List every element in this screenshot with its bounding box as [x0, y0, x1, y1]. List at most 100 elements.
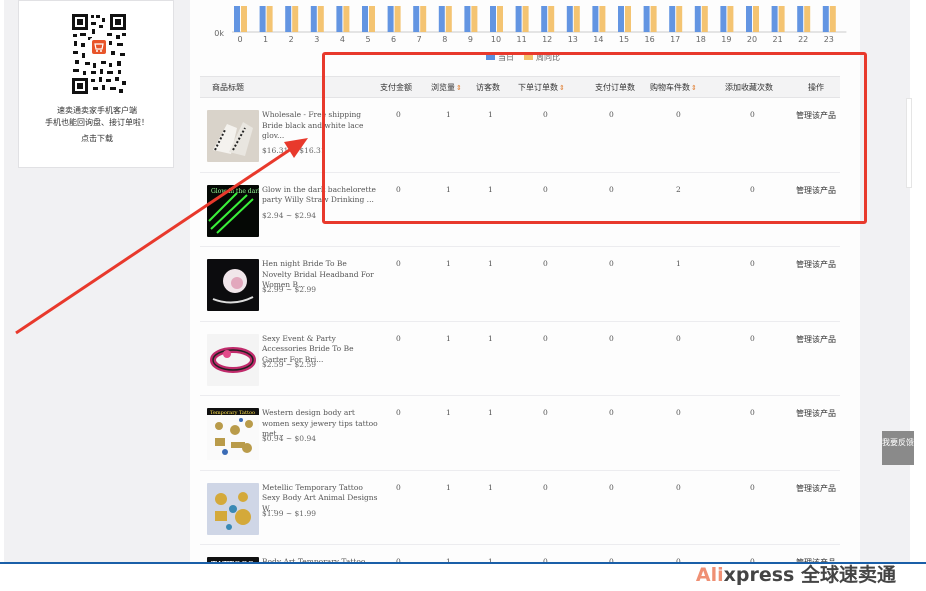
product-thumbnail[interactable]: Glow in the dark	[207, 184, 259, 237]
table-row: Wholesale - Free shipping Bride black an…	[200, 98, 840, 173]
bar-周同比-23	[829, 6, 836, 32]
qr-code-icon	[71, 13, 127, 95]
manage-product-link[interactable]: 管理该产品	[796, 408, 836, 419]
download-app-link[interactable]: 点击下载	[19, 133, 175, 144]
cell-orders: 0	[543, 333, 548, 343]
product-analytics-panel: 0k 0 1 2 3 4 5 6 7 8 9 10 11 12 13 14 15 16 17 18 19 20 21 22 23…	[190, 0, 860, 591]
bar-周同比-4	[343, 6, 350, 32]
cell-visitors: 1	[488, 482, 493, 492]
logo-brand: xpress	[723, 564, 795, 586]
cell-paid-orders: 0	[609, 408, 614, 417]
table-row: Metellic Temporary Tattoo Sexy Body Art …	[200, 471, 840, 545]
column-header-6[interactable]: 购物车件数⇕	[650, 77, 697, 99]
bar-当日-21	[771, 6, 778, 32]
x-tick-label: 4	[340, 35, 345, 44]
feedback-button[interactable]: 我要反馈	[882, 431, 914, 465]
product-price-range: $2.59 ~ $2.59	[262, 359, 316, 369]
bar-当日-13	[566, 6, 573, 32]
table-row: Sexy Event & Party Accessories Bride To …	[200, 322, 840, 396]
bar-当日-9	[464, 6, 471, 32]
bar-周同比-16	[650, 6, 657, 32]
bar-当日-12	[541, 6, 548, 32]
manage-product-link[interactable]: 管理该产品	[796, 110, 836, 121]
x-tick-label: 12	[542, 35, 552, 44]
cell-visitors: 1	[488, 259, 493, 268]
bar-当日-6	[387, 6, 394, 32]
cell-views: 1	[446, 259, 451, 268]
bar-周同比-5	[369, 6, 375, 32]
column-header-label: 下单订单数	[518, 83, 558, 92]
product-thumbnail[interactable]	[207, 482, 259, 535]
product-thumbnail[interactable]	[207, 259, 259, 311]
bar-周同比-19	[727, 6, 734, 32]
column-header-2[interactable]: 浏览量⇕	[431, 77, 462, 99]
x-tick-label: 17	[670, 35, 680, 44]
cell-favorites: 0	[750, 184, 755, 194]
aliexpress-logo: Alixpress 全球速卖通	[696, 560, 896, 587]
x-tick-label: 20	[747, 35, 757, 44]
column-header-label: 浏览量	[431, 83, 455, 92]
x-tick-label: 9	[468, 35, 473, 44]
product-price-range: $2.94 ~ $2.94	[262, 210, 316, 220]
bar-周同比-20	[753, 6, 759, 32]
product-title-link[interactable]: Wholesale - Free shipping Bride black an…	[262, 110, 378, 142]
sort-icon[interactable]: ⇕	[559, 84, 565, 92]
side-panel-edge	[906, 98, 912, 188]
manage-product-link[interactable]: 管理该产品	[796, 483, 836, 494]
product-title-link[interactable]: Glow in the dark bachelorette party Will…	[262, 185, 378, 206]
cell-cart: 0	[676, 482, 681, 492]
cell-favorites: 0	[750, 408, 755, 417]
bar-当日-14	[592, 6, 599, 32]
bar-当日-8	[438, 6, 445, 32]
product-price-range: $16.31 ~ $16.31	[262, 146, 326, 155]
cell-paid-orders: 0	[609, 259, 614, 268]
bar-当日-18	[694, 6, 701, 32]
x-tick-label: 8	[442, 35, 447, 44]
x-tick-label: 10	[491, 35, 501, 44]
manage-product-link[interactable]: 管理该产品	[796, 259, 836, 270]
bar-周同比-9	[471, 6, 478, 32]
sort-icon[interactable]: ⇕	[456, 84, 462, 92]
product-price-range: $1.99 ~ $1.99	[262, 508, 316, 518]
x-tick-label: 14	[593, 35, 603, 44]
bar-当日-17	[669, 6, 676, 32]
manage-product-link[interactable]: 管理该产品	[796, 185, 836, 196]
logo-prefix: Ali	[695, 564, 724, 586]
svg-text:Glow in the dark: Glow in the dark	[211, 188, 259, 195]
cell-pay: 0	[396, 333, 401, 343]
bar-周同比-6	[394, 6, 401, 32]
x-tick-label: 1	[263, 35, 268, 44]
x-tick-label: 15	[619, 35, 629, 44]
bar-周同比-3	[317, 6, 324, 32]
bar-周同比-8	[445, 6, 452, 32]
bar-周同比-18	[701, 6, 708, 32]
product-thumbnail[interactable]	[207, 110, 259, 162]
product-price-range: $2.99 ~ $2.99	[262, 285, 316, 294]
x-tick-label: 2	[289, 35, 294, 44]
legend-label: 周同比	[536, 52, 560, 62]
x-tick-label: 6	[391, 35, 396, 44]
table-header: 商品标题 支付金额 浏览量⇕ 访客数 下单订单数⇕ 支付订单数 购物车件数⇕ 添加收藏次数 操作	[200, 76, 840, 98]
bar-周同比-13	[573, 6, 580, 32]
cell-pay: 0	[396, 184, 401, 194]
sort-icon[interactable]: ⇕	[691, 84, 697, 92]
cell-views: 1	[446, 482, 451, 492]
product-thumbnail[interactable]: Temporary Tattoo	[207, 408, 259, 460]
svg-text:Temporary Tattoo: Temporary Tattoo	[210, 410, 255, 416]
manage-product-link[interactable]: 管理该产品	[796, 334, 836, 345]
cell-paid-orders: 0	[609, 184, 614, 194]
product-thumbnail[interactable]	[207, 333, 259, 386]
x-tick-label: 7	[417, 35, 422, 44]
bar-周同比-1	[266, 6, 273, 32]
column-header-4[interactable]: 下单订单数⇕	[518, 77, 565, 99]
cell-orders: 0	[543, 184, 548, 194]
product-table: 商品标题 支付金额 浏览量⇕ 访客数 下单订单数⇕ 支付订单数 购物车件数⇕ 添加收藏次数 操作…	[200, 76, 840, 591]
bar-当日-2	[285, 6, 292, 32]
legend-swatch	[486, 53, 495, 60]
column-header-label: 商品标题	[212, 83, 244, 92]
bar-当日-11	[515, 6, 522, 32]
bar-当日-20	[746, 6, 752, 32]
bar-当日-15	[618, 6, 624, 32]
cell-cart: 0	[676, 408, 681, 417]
app-promo-line2: 手机也能回询盘、接订单啦！	[45, 118, 149, 127]
